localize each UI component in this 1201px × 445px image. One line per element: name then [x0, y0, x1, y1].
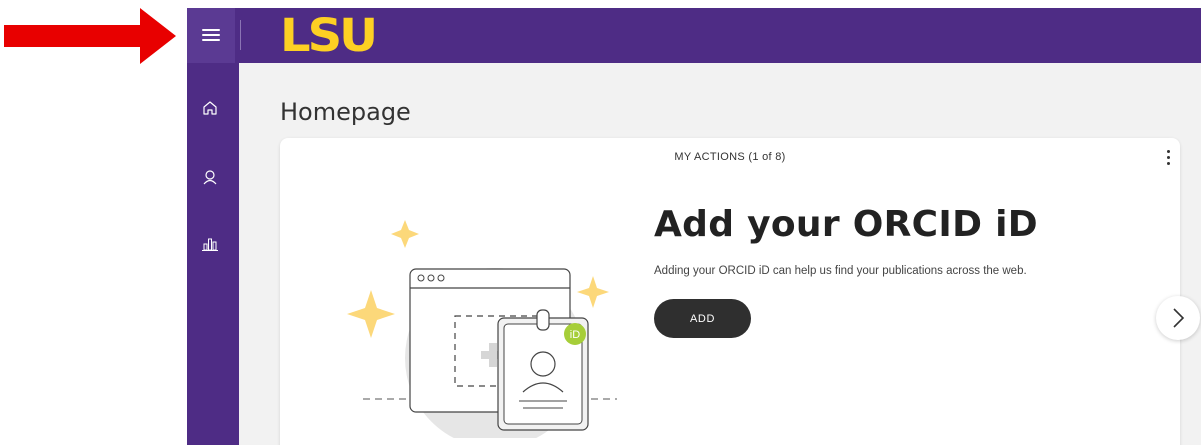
my-actions-card: MY ACTIONS (1 of 8) iD Add your ORCID iD… — [280, 138, 1180, 445]
menu-divider — [240, 20, 241, 50]
lsu-logo[interactable]: LSU — [280, 12, 378, 60]
action-description: Adding your ORCID iD can help us find yo… — [654, 265, 1027, 277]
home-icon[interactable] — [201, 99, 219, 117]
add-orcid-button[interactable]: ADD — [654, 299, 751, 338]
hamburger-menu-button[interactable] — [187, 8, 235, 63]
bar-chart-icon[interactable] — [201, 235, 219, 253]
more-vertical-icon[interactable] — [1162, 148, 1174, 170]
chevron-right-icon[interactable] — [1156, 296, 1200, 340]
red-arrow-icon — [4, 8, 176, 64]
card-header: MY ACTIONS (1 of 8) — [674, 151, 786, 163]
orcid-illustration: iD — [347, 220, 617, 438]
user-icon[interactable] — [201, 168, 219, 186]
page-title: Homepage — [280, 98, 411, 126]
orcid-badge-text: iD — [570, 329, 580, 341]
app-window: LSU Homepage MY ACTIONS (1 of 8) iD Add … — [187, 8, 1201, 445]
hamburger-menu-icon — [202, 29, 220, 42]
top-navigation-bar: LSU — [187, 8, 1201, 63]
sidebar — [187, 63, 239, 445]
action-title: Add your ORCID iD — [654, 204, 1038, 245]
